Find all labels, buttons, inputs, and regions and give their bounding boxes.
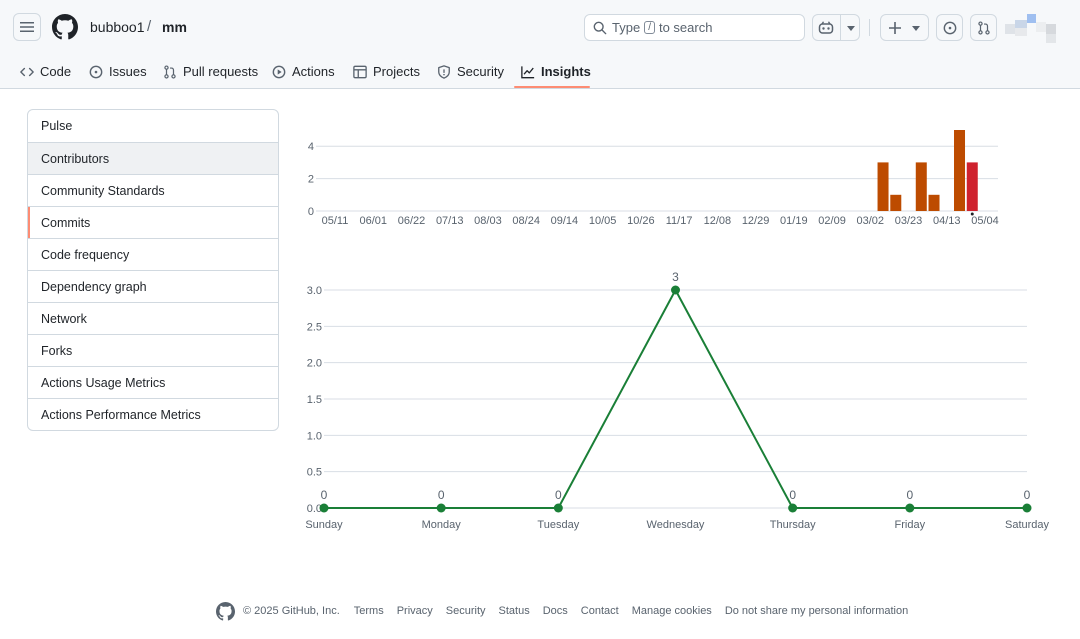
y-tick-label: 1.5 xyxy=(307,394,322,406)
x-tick-label: Monday xyxy=(422,519,462,531)
y-tick-label: 0.5 xyxy=(307,467,322,479)
y-tick-label: 1.0 xyxy=(307,430,322,442)
data-label: 0 xyxy=(1024,488,1031,502)
data-label: 0 xyxy=(321,488,328,502)
data-point xyxy=(671,285,680,295)
data-label: 3 xyxy=(672,270,679,284)
data-point xyxy=(553,503,563,513)
data-point xyxy=(788,503,798,513)
x-tick-label: Sunday xyxy=(305,519,343,531)
footer-link-security[interactable]: Security xyxy=(446,605,486,617)
footer-copyright: © 2025 GitHub, Inc. xyxy=(243,605,340,617)
data-point xyxy=(436,503,446,513)
commits-by-weekday-line-chart[interactable]: 0.00.51.01.52.02.53.00Sunday0Monday0Tues… xyxy=(0,0,1080,545)
y-tick-label: 3.0 xyxy=(307,285,322,297)
footer-link-manage-cookies[interactable]: Manage cookies xyxy=(632,605,712,617)
data-point xyxy=(319,503,329,513)
y-tick-label: 2.0 xyxy=(307,358,322,370)
github-logo-icon[interactable] xyxy=(216,601,235,621)
footer-link-do-not-share[interactable]: Do not share my personal information xyxy=(725,605,908,617)
data-point xyxy=(1022,503,1032,513)
footer-link-terms[interactable]: Terms xyxy=(354,605,384,617)
footer-link-status[interactable]: Status xyxy=(499,605,530,617)
data-point xyxy=(905,503,915,513)
page-footer: © 2025 GitHub, Inc. Terms Privacy Securi… xyxy=(216,601,921,621)
y-tick-label: 2.5 xyxy=(307,321,322,333)
data-label: 0 xyxy=(906,488,913,502)
data-label: 0 xyxy=(555,488,562,502)
x-tick-label: Tuesday xyxy=(537,519,579,531)
x-tick-label: Wednesday xyxy=(647,519,705,531)
x-tick-label: Thursday xyxy=(770,519,816,531)
data-label: 0 xyxy=(789,488,796,502)
x-tick-label: Saturday xyxy=(1005,519,1050,531)
footer-link-privacy[interactable]: Privacy xyxy=(397,605,433,617)
x-tick-label: Friday xyxy=(895,519,926,531)
data-label: 0 xyxy=(438,488,445,502)
footer-link-docs[interactable]: Docs xyxy=(543,605,568,617)
footer-link-contact[interactable]: Contact xyxy=(581,605,619,617)
